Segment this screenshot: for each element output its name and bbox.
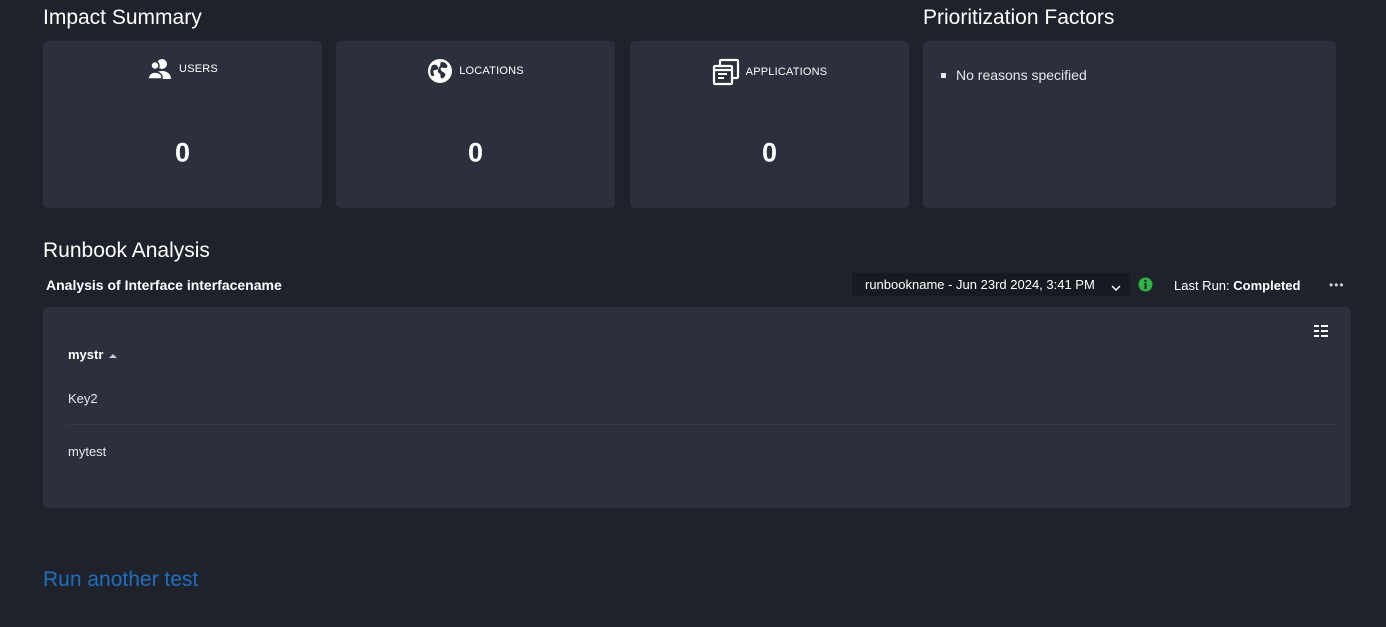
applications-label: APPLICATIONS	[745, 66, 828, 78]
users-icon	[147, 58, 173, 80]
prioritization-item-text: No reasons specified	[956, 67, 1087, 83]
table-row[interactable]: Key2	[68, 391, 1336, 425]
runbook-analysis-title: Runbook Analysis	[43, 239, 210, 262]
table-row[interactable]: mytest	[68, 444, 1336, 459]
last-run-value: Completed	[1233, 278, 1301, 293]
table-cell: Key2	[68, 391, 98, 406]
sort-ascending-icon	[109, 347, 118, 362]
applications-card: APPLICATIONS 0	[630, 41, 909, 208]
column-header-label: mystr	[68, 347, 104, 362]
users-card: USERS 0	[43, 41, 322, 208]
impact-summary-title: Impact Summary	[43, 6, 202, 29]
table-cell: mytest	[68, 444, 107, 459]
prioritization-item: No reasons specified	[941, 67, 1087, 83]
locations-card: LOCATIONS 0	[336, 41, 615, 208]
prioritization-title: Prioritization Factors	[923, 6, 1115, 29]
bullet-icon	[941, 72, 946, 78]
run-another-test-link[interactable]: Run another test	[43, 568, 198, 592]
applications-count: 0	[761, 137, 778, 168]
page: Impact Summary USERS 0 LOCATIONS 0 APPLI…	[0, 0, 1386, 627]
info-icon[interactable]	[1138, 277, 1153, 297]
globe-icon	[427, 58, 453, 84]
runbook-run-select-value: runbookname - Jun 23rd 2024, 3:41 PM	[865, 277, 1095, 292]
analysis-table: mystr Key2 mytest	[43, 307, 1351, 508]
chevron-down-icon	[1111, 280, 1121, 295]
analysis-subtitle: Analysis of Interface interfacename	[46, 277, 282, 293]
last-run-label: Last Run:	[1174, 278, 1230, 293]
locations-label: LOCATIONS	[459, 65, 524, 77]
locations-count: 0	[467, 137, 484, 168]
applications-icon	[712, 58, 740, 86]
column-settings-icon[interactable]	[1314, 324, 1328, 342]
users-label: USERS	[179, 63, 218, 75]
more-options-icon[interactable]: •••	[1329, 278, 1345, 292]
runbook-run-select[interactable]: runbookname - Jun 23rd 2024, 3:41 PM	[852, 273, 1130, 296]
column-header-mystr[interactable]: mystr	[68, 347, 118, 362]
users-count: 0	[174, 137, 191, 168]
prioritization-card: No reasons specified	[923, 41, 1336, 208]
last-run-status: Last Run: Completed	[1174, 278, 1300, 293]
